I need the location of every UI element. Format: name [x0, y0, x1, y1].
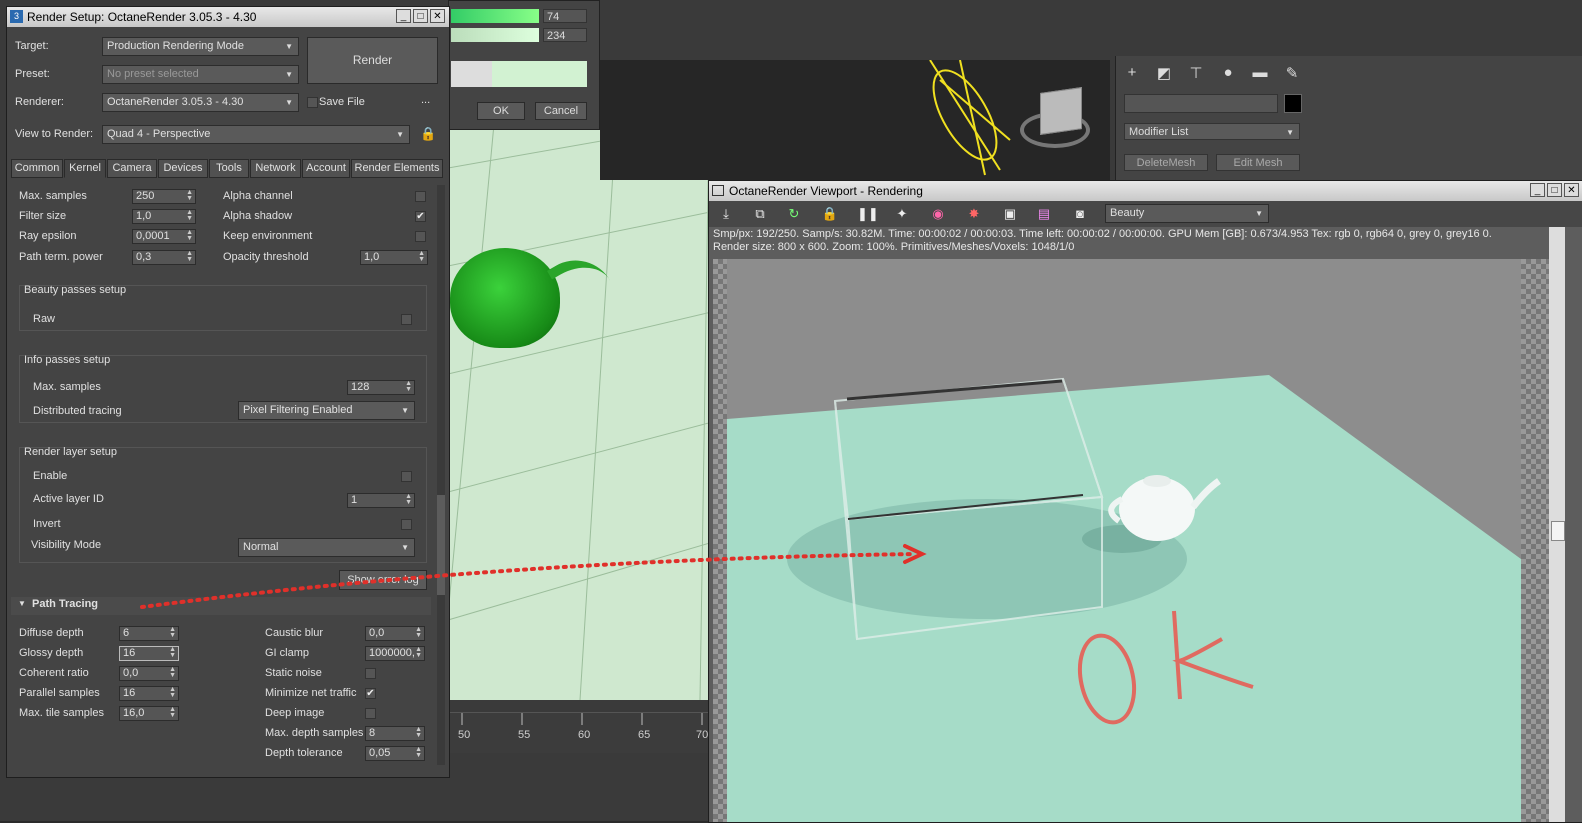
annotation-arrow	[140, 544, 927, 609]
